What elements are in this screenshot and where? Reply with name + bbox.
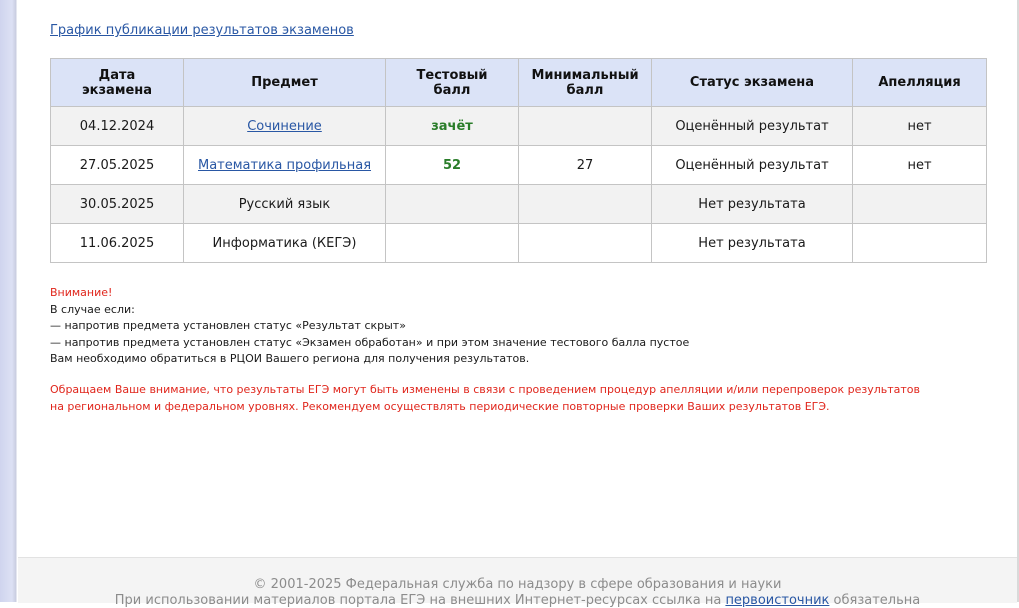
left-side-rail [0,0,17,602]
test-score: зачёт [385,106,519,146]
min-score [518,106,652,146]
subject-cell: Сочинение [183,106,386,146]
header-min-score: Минимальный балл [518,58,652,107]
subject-link[interactable]: Сочинение [247,119,322,134]
header-test-score: Тестовый балл [385,58,519,107]
min-score [518,223,652,263]
notice-line: В случае если: [50,302,135,316]
score-value: зачёт [431,118,473,134]
subject-cell: Русский язык [183,184,386,224]
header-exam-date: Дата экзамена [50,58,184,107]
notice-line: Вам необходимо обратиться в РЦОИ Вашего … [50,352,530,365]
notice-line: — напротив предмета установлен статус «Э… [50,335,690,349]
notice-line: — напротив предмета установлен статус «Р… [50,319,406,332]
test-score [385,184,519,224]
exam-date: 30.05.2025 [50,184,184,224]
attention-title: Внимание! [50,286,113,299]
schedule-link[interactable]: График публикации результатов экзаменов [50,23,354,38]
page-footer: © 2001-2025 Федеральная служба по надзор… [18,557,1017,608]
exam-status: Оценённый результат [651,106,853,146]
exam-status: Оценённый результат [651,145,853,185]
table-row: 30.05.2025 Русский язык Нет результата [50,184,987,224]
exam-date: 27.05.2025 [50,145,184,185]
footer-usage-note: При использовании материалов портала ЕГЭ… [114,593,921,608]
table-row: 11.06.2025 Информатика (КЕГЭ) Нет резуль… [50,223,987,263]
exam-status: Нет результата [651,184,853,224]
min-score: 27 [518,145,652,185]
test-score: 52 [385,145,519,185]
table-row: 27.05.2025 Математика профильная 52 27 О… [50,145,987,185]
subject-cell: Информатика (КЕГЭ) [183,223,386,263]
exam-date: 11.06.2025 [50,223,184,263]
attention-notice: Внимание! В случае если: — напротив пред… [50,285,986,368]
results-change-warning: Обращаем Ваше внимание, что результаты Е… [50,383,921,413]
min-score [518,184,652,224]
source-link[interactable]: первоисточник [725,593,829,608]
subject-cell: Математика профильная [183,145,386,185]
appeal-status [852,184,987,224]
exam-date: 04.12.2024 [50,106,184,146]
appeal-status [852,223,987,263]
score-value: 52 [442,157,462,173]
header-appeal: Апелляция [852,58,987,107]
exam-results-table: Дата экзамена Предмет Тестовый балл Минима… [50,58,987,263]
table-header-row: Дата экзамена Предмет Тестовый балл Минима… [50,58,987,107]
test-score [385,223,519,263]
appeal-status: нет [852,145,987,185]
exam-status: Нет результата [651,223,853,263]
table-row: 04.12.2024 Сочинение зачёт Оценённый рез… [50,106,987,146]
appeal-status: нет [852,106,987,146]
subject-link[interactable]: Математика профильная [198,158,371,173]
footer-copyright: © 2001-2025 Федеральная служба по надзор… [253,577,782,592]
header-exam-status: Статус экзамена [651,58,853,107]
header-subject: Предмет [183,58,386,107]
